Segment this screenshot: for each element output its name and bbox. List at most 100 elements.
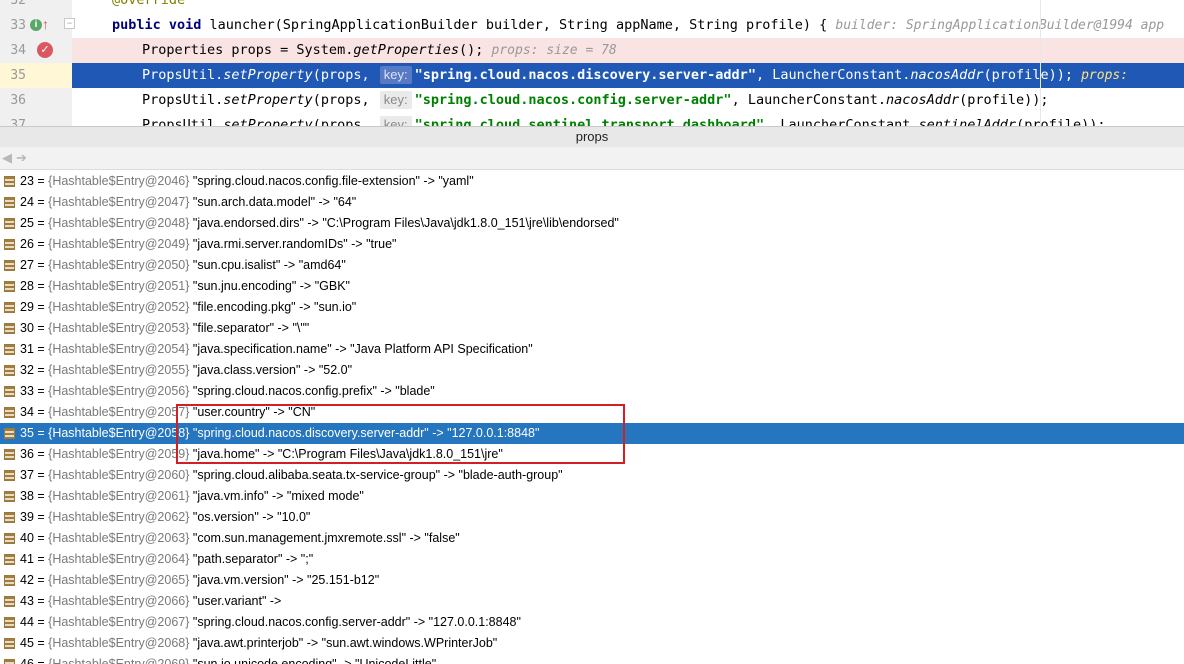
entry-index: 43 [20, 594, 34, 608]
entry-ref: {Hashtable$Entry@2064} [48, 552, 190, 566]
fold-icon[interactable]: − [64, 18, 75, 29]
entry-index: 26 [20, 237, 34, 251]
entry-ref: {Hashtable$Entry@2059} [48, 447, 190, 461]
entry-index: 36 [20, 447, 34, 461]
variable-row[interactable]: 44 = {Hashtable$Entry@2067} "spring.clou… [0, 612, 1184, 633]
variable-row[interactable]: 32 = {Hashtable$Entry@2055} "java.class.… [0, 360, 1184, 381]
variable-row-text: 37 = {Hashtable$Entry@2060} "spring.clou… [20, 468, 563, 482]
variable-row[interactable]: 40 = {Hashtable$Entry@2063} "com.sun.man… [0, 528, 1184, 549]
panel-title: props [575, 129, 609, 144]
code-segment: (profile)); [983, 67, 1073, 83]
field-icon [4, 575, 15, 586]
variable-row[interactable]: 36 = {Hashtable$Entry@2059} "java.home" … [0, 444, 1184, 465]
code-segment: , LauncherConstant. [755, 67, 911, 83]
entry-key-value: "java.awt.printerjob" -> "sun.awt.window… [192, 636, 498, 650]
right-margin-guide [1040, 0, 1041, 126]
variable-row-text: 33 = {Hashtable$Entry@2056} "spring.clou… [20, 384, 435, 398]
entry-index: 39 [20, 510, 34, 524]
gutter: 33 i ↑ − [0, 13, 75, 38]
variable-row[interactable]: 43 = {Hashtable$Entry@2066} "user.varian… [0, 591, 1184, 612]
variable-row[interactable]: 45 = {Hashtable$Entry@2068} "java.awt.pr… [0, 633, 1184, 654]
gutter: 36 [0, 88, 72, 113]
variable-row[interactable]: 37 = {Hashtable$Entry@2060} "spring.clou… [0, 465, 1184, 486]
entry-key-value: "sun.io.unicode.encoding" -> "UnicodeLit… [192, 657, 437, 664]
variable-row[interactable]: 38 = {Hashtable$Entry@2061} "java.vm.inf… [0, 486, 1184, 507]
variables-tree[interactable]: 23 = {Hashtable$Entry@2046} "spring.clou… [0, 171, 1184, 664]
code-line-33[interactable]: 33 i ↑ − public void launcher(SpringAppl… [0, 13, 1184, 38]
variable-row[interactable]: 29 = {Hashtable$Entry@2052} "file.encodi… [0, 297, 1184, 318]
variable-row[interactable]: 35 = {Hashtable$Entry@2058} "spring.clou… [0, 423, 1184, 444]
entry-ref: {Hashtable$Entry@2060} [48, 468, 190, 482]
arrow-right-icon[interactable]: ➔ [16, 150, 27, 166]
field-icon [4, 659, 15, 664]
code-line-32[interactable]: 32 @Override [0, 0, 1184, 13]
entry-index: 31 [20, 342, 34, 356]
entry-index: 33 [20, 384, 34, 398]
code-text: Properties props = System.getProperties(… [142, 38, 617, 63]
variable-row[interactable]: 33 = {Hashtable$Entry@2056} "spring.clou… [0, 381, 1184, 402]
code-segment: PropsUtil. [142, 117, 224, 126]
code-editor[interactable]: 32 @Override 33 i ↑ − public void launch… [0, 0, 1184, 126]
entry-key-value: "sun.arch.data.model" -> "64" [192, 195, 357, 209]
code-line-35-current[interactable]: 35 PropsUtil.setProperty(props, key: "spr… [0, 63, 1184, 88]
variable-row[interactable]: 46 = {Hashtable$Entry@2069} "sun.io.unic… [0, 654, 1184, 664]
variable-row[interactable]: 23 = {Hashtable$Entry@2046} "spring.clou… [0, 171, 1184, 192]
variable-row[interactable]: 27 = {Hashtable$Entry@2050} "sun.cpu.isa… [0, 255, 1184, 276]
variable-row[interactable]: 25 = {Hashtable$Entry@2048} "java.endors… [0, 213, 1184, 234]
variable-row-text: 41 = {Hashtable$Entry@2064} "path.separa… [20, 552, 314, 566]
arrow-left-icon[interactable]: ◀ [2, 150, 12, 166]
variable-row[interactable]: 34 = {Hashtable$Entry@2057} "user.countr… [0, 402, 1184, 423]
breakpoint-icon[interactable]: ✓ [37, 42, 53, 58]
variable-row[interactable]: 39 = {Hashtable$Entry@2062} "os.version"… [0, 507, 1184, 528]
entry-key-value: "spring.cloud.nacos.config.file-extensio… [192, 174, 474, 188]
field-icon [4, 491, 15, 502]
entry-ref: {Hashtable$Entry@2058} [48, 426, 190, 440]
entry-ref: {Hashtable$Entry@2068} [48, 636, 190, 650]
code-line-37[interactable]: 37 PropsUtil.setProperty(props, key: "spr… [0, 113, 1184, 126]
variable-row[interactable]: 30 = {Hashtable$Entry@2053} "file.separa… [0, 318, 1184, 339]
code-line-34[interactable]: 34 ✓ Properties props = System.getProper… [0, 38, 1184, 63]
entry-index: 38 [20, 489, 34, 503]
keyword: public void [112, 17, 202, 33]
variable-row[interactable]: 24 = {Hashtable$Entry@2047} "sun.arch.da… [0, 192, 1184, 213]
entry-key-value: "java.vm.info" -> "mixed mode" [192, 489, 364, 503]
code-text: @Override [112, 0, 186, 8]
entry-index: 35 [20, 426, 34, 440]
panel-title-bar[interactable]: props [0, 126, 1184, 148]
variable-row[interactable]: 31 = {Hashtable$Entry@2054} "java.specif… [0, 339, 1184, 360]
variable-row-text: 28 = {Hashtable$Entry@2051} "sun.jnu.enc… [20, 279, 350, 293]
info-icon[interactable]: i [30, 19, 42, 31]
variable-row-text: 46 = {Hashtable$Entry@2069} "sun.io.unic… [20, 654, 436, 664]
entry-ref: {Hashtable$Entry@2066} [48, 594, 190, 608]
code-segment: PropsUtil. [142, 92, 224, 108]
entry-ref: {Hashtable$Entry@2065} [48, 573, 190, 587]
variable-row-text: 26 = {Hashtable$Entry@2049} "java.rmi.se… [20, 237, 397, 251]
code-segment: (profile)); [959, 92, 1049, 108]
field-icon [4, 449, 15, 460]
variable-row-text: 36 = {Hashtable$Entry@2059} "java.home" … [20, 447, 503, 461]
variable-row[interactable]: 41 = {Hashtable$Entry@2064} "path.separa… [0, 549, 1184, 570]
variable-row[interactable]: 26 = {Hashtable$Entry@2049} "java.rmi.se… [0, 234, 1184, 255]
entry-index: 24 [20, 195, 34, 209]
entry-index: 44 [20, 615, 34, 629]
entry-index: 40 [20, 531, 34, 545]
line-number: 37 [10, 118, 26, 126]
override-arrow-icon[interactable]: ↑ [42, 15, 49, 33]
variable-row[interactable]: 42 = {Hashtable$Entry@2065} "java.vm.ver… [0, 570, 1184, 591]
code-line-36[interactable]: 36 PropsUtil.setProperty(props, key: "spr… [0, 88, 1184, 113]
field-icon [4, 407, 15, 418]
entry-ref: {Hashtable$Entry@2049} [48, 237, 190, 251]
entry-ref: {Hashtable$Entry@2052} [48, 300, 190, 314]
entry-key-value: "path.separator" -> ";" [192, 552, 314, 566]
variable-row-text: 24 = {Hashtable$Entry@2047} "sun.arch.da… [20, 195, 357, 209]
debug-inline-hint: builder: SpringApplicationBuilder@1994 a… [835, 18, 1165, 33]
field-icon [4, 428, 15, 439]
field-icon [4, 218, 15, 229]
variable-row[interactable]: 28 = {Hashtable$Entry@2051} "sun.jnu.enc… [0, 276, 1184, 297]
field-icon [4, 197, 15, 208]
entry-ref: {Hashtable$Entry@2069} [48, 657, 190, 664]
entry-ref: {Hashtable$Entry@2047} [48, 195, 190, 209]
field-icon [4, 323, 15, 334]
variable-row-text: 43 = {Hashtable$Entry@2066} "user.varian… [20, 594, 282, 608]
code-segment: (props, [312, 117, 370, 126]
